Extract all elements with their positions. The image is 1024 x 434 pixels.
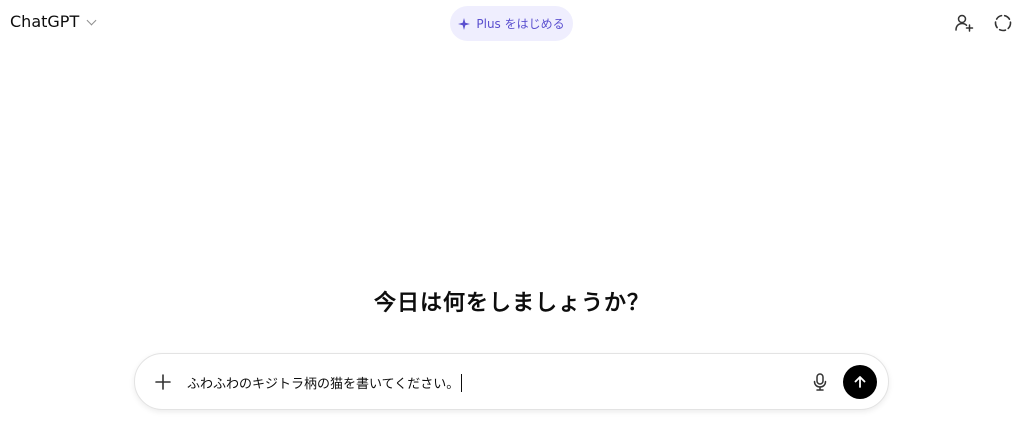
send-button[interactable] [843,365,877,399]
prompt-composer: ふわふわのキジトラ柄の猫を書いてください。 [134,353,889,410]
prompt-input-value: ふわふわのキジトラ柄の猫を書いてください。 [187,377,460,392]
upgrade-plus-label: Plus をはじめる [476,17,565,31]
greeting-heading: 今日は何をしましょうか？ [373,291,650,316]
add-user-icon[interactable] [954,13,974,33]
upgrade-plus-button[interactable]: Plus をはじめる [450,6,573,41]
model-name: ChatGPT [10,12,80,31]
temporary-chat-icon[interactable] [993,13,1013,33]
microphone-icon[interactable] [811,372,829,392]
chevron-down-icon [86,15,97,25]
chat-app: ChatGPT Plus をはじめる 今日は何をしましょうか？ ふわふわのキジト… [0,0,1024,434]
text-cursor [461,373,463,392]
arrow-up-icon [854,376,866,388]
prompt-input[interactable]: ふわふわのキジトラ柄の猫を書いてください。 [187,373,463,392]
sparkle-icon [458,17,471,30]
plus-icon[interactable] [153,372,173,392]
model-switcher[interactable]: ChatGPT [10,12,97,31]
